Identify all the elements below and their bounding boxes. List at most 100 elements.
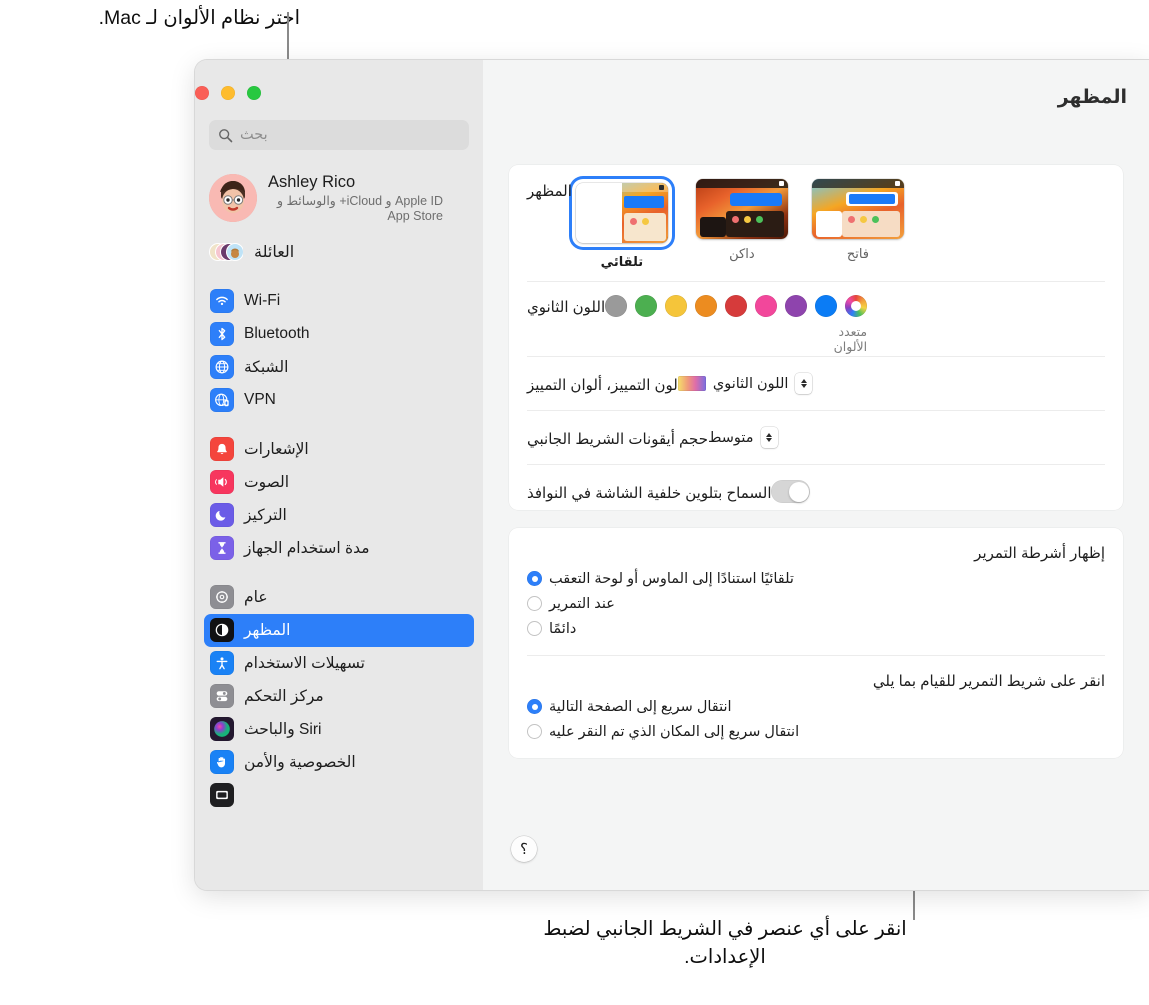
highlight-color-dropdown[interactable]: اللون الثانوي — [677, 373, 813, 394]
sidebar-item-label: التركيز — [244, 506, 287, 524]
page-title: المظهر — [1057, 87, 1127, 108]
sidebar-item-label: الإشعارات — [244, 440, 309, 458]
sidebar-icon-size-value: متوسط — [708, 429, 754, 446]
radio-label: تلقائيًا استنادًا إلى الماوس أو لوحة الت… — [549, 570, 794, 587]
gear-icon — [210, 585, 234, 610]
sidebar-icon-size-label: حجم أيقونات الشريط الجانبي — [527, 431, 708, 448]
sidebar-item-control-center[interactable]: مركز التحكم — [204, 680, 474, 713]
close-window-button[interactable] — [195, 86, 209, 100]
appearance-thumbnail-light — [811, 179, 904, 239]
sidebar-item-label: المظهر — [244, 621, 291, 639]
sidebar-item-focus[interactable]: التركيز — [204, 499, 474, 532]
highlight-color-row: لون التمييز، ألوان التمييز اللون الثانوي — [509, 357, 1123, 410]
search-input[interactable]: بحث — [209, 120, 469, 150]
wallpaper-tinting-toggle[interactable] — [771, 480, 811, 503]
sidebar-item-apple-account[interactable]: Ashley Rico Apple ID و iCloud+ والوسائط … — [207, 168, 467, 229]
sidebar-item-label: عام — [244, 588, 268, 606]
dock-icon — [210, 783, 234, 808]
radio-label: دائمًا — [549, 620, 577, 637]
vpn-globe-icon — [210, 388, 234, 413]
sidebar-item-family[interactable]: العائلة — [207, 235, 467, 269]
radio-scrollbars-when-scrolling[interactable]: عند التمرير — [527, 591, 1105, 616]
system-settings-window: بحث Ashley Rico Apple ID و iCloud+ والوس… — [195, 60, 1149, 890]
radio-indicator — [527, 621, 542, 636]
multicolor-label: متعدد الألوان — [833, 325, 868, 354]
accent-color-swatches: متعدد الألوان — [605, 295, 868, 354]
show-scroll-bars-title: إظهار أشرطة التمرير — [974, 545, 1105, 562]
toggle-knob — [788, 481, 809, 502]
appearance-option-light[interactable]: فاتح — [811, 179, 904, 270]
sidebar-item-accessibility[interactable]: تسهيلات الاستخدام — [204, 647, 474, 680]
callout-top-text: اختر نظام الألوان لـ Mac. — [98, 7, 300, 29]
accent-swatch-purple[interactable] — [785, 295, 808, 317]
sidebar-item-screen-time[interactable]: مدة استخدام الجهاز — [204, 532, 474, 565]
sidebar-icon-size-dropdown[interactable]: متوسط — [708, 427, 778, 448]
minimize-window-button[interactable] — [221, 86, 235, 100]
appearance-option-dark[interactable]: داكن — [695, 179, 788, 270]
sidebar-item-label: الشبكة — [244, 358, 289, 376]
appearance-icon — [210, 618, 234, 643]
sidebar-item-siri-spotlight[interactable]: Siri والباحث — [204, 713, 474, 746]
radio-scrollbars-automatic[interactable]: تلقائيًا استنادًا إلى الماوس أو لوحة الت… — [527, 566, 1105, 591]
bluetooth-icon — [210, 322, 234, 347]
gradient-swatch-icon — [677, 376, 706, 391]
globe-icon — [210, 355, 234, 380]
account-subtitle: Apple ID و iCloud+ والوسائط و App Store — [276, 193, 443, 224]
radio-click-jump-next-page[interactable]: انتقال سريع إلى الصفحة التالية — [527, 694, 1105, 719]
content-pane: المظهر المظهر تلقائي داكن فاتح اللون الث… — [483, 60, 1149, 890]
radio-click-jump-to-spot[interactable]: انتقال سريع إلى المكان الذي تم النقر علي… — [527, 719, 1105, 744]
accent-swatch-orange[interactable] — [695, 295, 718, 317]
click-scroll-bar-group: انقر على شريط التمرير للقيام بما يلي انت… — [509, 656, 1123, 758]
zoom-window-button[interactable] — [247, 86, 261, 100]
scroll-bars-card: إظهار أشرطة التمرير تلقائيًا استنادًا إل… — [509, 528, 1123, 758]
accent-swatch-graphite[interactable] — [605, 295, 628, 317]
click-scroll-bar-title: انقر على شريط التمرير للقيام بما يلي — [872, 673, 1105, 690]
highlight-color-value: اللون الثانوي — [712, 375, 789, 392]
accent-swatch-yellow[interactable] — [665, 295, 688, 317]
radio-scrollbars-always[interactable]: دائمًا — [527, 616, 1105, 641]
sidebar-icon-size-row: حجم أيقونات الشريط الجانبي متوسط — [509, 411, 1123, 464]
appearance-option-label: داكن — [729, 246, 755, 261]
accent-swatch-multicolor[interactable] — [845, 295, 868, 317]
chevron-up-down-icon — [795, 373, 813, 394]
radio-label: انتقال سريع إلى الصفحة التالية — [549, 698, 732, 715]
sidebar-item-appearance[interactable]: المظهر — [204, 613, 474, 647]
appearance-option-auto[interactable]: تلقائي — [571, 179, 672, 270]
sidebar-item-label: الخصوصية والأمن — [244, 753, 356, 771]
accent-swatch-blue[interactable] — [815, 295, 838, 317]
sidebar-item-privacy-security[interactable]: الخصوصية والأمن — [204, 746, 474, 779]
sidebar-item-label: Bluetooth — [244, 325, 310, 343]
wifi-icon — [210, 289, 234, 314]
radio-indicator — [527, 724, 542, 739]
sidebar-group-preferences: عام المظهر تسهيلات الاستخدام مركز التحكم… — [195, 581, 483, 812]
appearance-options: تلقائي داكن فاتح — [571, 179, 904, 270]
sidebar-group-network: Wi-Fi Bluetooth الشبكة VPN — [195, 285, 483, 417]
sidebar-item-label: Wi-Fi — [244, 292, 281, 310]
search-icon — [218, 128, 233, 143]
sidebar-item-sound[interactable]: الصوت — [204, 466, 474, 499]
accent-swatch-green[interactable] — [635, 295, 658, 317]
selection-ring — [571, 179, 672, 247]
sidebar-item-label: الصوت — [244, 473, 290, 491]
highlight-color-label: لون التمييز، ألوان التمييز — [527, 377, 678, 394]
sidebar-item-wifi[interactable]: Wi-Fi — [204, 285, 474, 318]
bell-icon — [210, 437, 234, 462]
sidebar-item-label: مدة استخدام الجهاز — [244, 539, 370, 557]
sidebar-item-vpn[interactable]: VPN — [204, 384, 474, 417]
sidebar-item-label: Siri والباحث — [244, 720, 322, 738]
family-avatars — [209, 238, 244, 266]
sidebar-item-label: العائلة — [254, 243, 295, 261]
speaker-icon — [210, 470, 234, 495]
show-scroll-bars-group: إظهار أشرطة التمرير تلقائيًا استنادًا إل… — [509, 528, 1123, 655]
sidebar-item-notifications[interactable]: الإشعارات — [204, 433, 474, 466]
sidebar-item-general[interactable]: عام — [204, 581, 474, 614]
sidebar-item-network[interactable]: الشبكة — [204, 351, 474, 384]
help-button[interactable]: ؟ — [511, 836, 537, 862]
sidebar-item-bluetooth[interactable]: Bluetooth — [204, 318, 474, 351]
sidebar-item-label: مركز التحكم — [244, 687, 324, 705]
radio-indicator — [527, 571, 542, 586]
accent-swatch-red[interactable] — [725, 295, 748, 317]
accent-swatch-pink[interactable] — [755, 295, 778, 317]
radio-indicator — [527, 699, 542, 714]
sidebar-item-desktop-dock[interactable] — [204, 779, 474, 812]
